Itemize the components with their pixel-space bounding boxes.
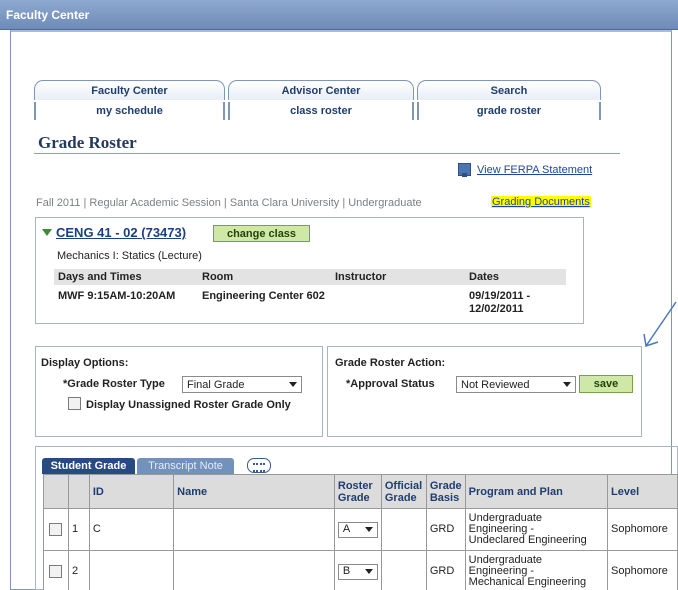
row-select-cell xyxy=(43,550,69,590)
tab-label: Advisor Center xyxy=(281,84,361,97)
dates-start: 09/19/2011 - xyxy=(469,290,531,302)
level: Sophomore xyxy=(607,550,678,590)
grade-basis: GRD xyxy=(425,508,466,551)
tab-grade-roster[interactable]: grade roster xyxy=(417,102,601,120)
row-number-header xyxy=(67,474,90,509)
official-grade xyxy=(380,550,427,590)
official-grade xyxy=(380,508,427,551)
row-number: 2 xyxy=(67,550,90,590)
title-divider xyxy=(34,153,620,154)
annotation-arrow-icon xyxy=(643,301,677,347)
name-header: Name xyxy=(173,474,335,509)
dates-end: 12/02/2011 xyxy=(469,303,524,315)
tab-label: Search xyxy=(490,84,528,97)
grade-roster-type-select[interactable]: Final Grade xyxy=(182,376,302,393)
roster-grade-value: B xyxy=(342,565,351,577)
unassigned-only-checkbox[interactable] xyxy=(68,397,81,410)
id-header: ID xyxy=(88,474,175,509)
tab-label: my schedule xyxy=(96,105,163,117)
header-days-times: Days and Times xyxy=(58,271,142,283)
sub-tabs: my schedule class roster grade roster xyxy=(34,102,604,120)
approval-status-label: *Approval Status xyxy=(346,378,435,390)
table-row: 2 B GRD Undergraduate Engineering - Mech… xyxy=(43,550,678,590)
approval-status-value: Not Reviewed xyxy=(461,378,530,391)
ferpa-link-group: View FERPA Statement xyxy=(458,163,592,177)
tab-label: Faculty Center xyxy=(91,84,168,97)
view-ferpa-link[interactable]: View FERPA Statement xyxy=(477,164,592,176)
roster-grade-cell: B xyxy=(333,550,382,590)
program-plan: Undergraduate Engineering - Mechanical E… xyxy=(464,550,609,590)
grade-roster-type-label: *Grade Roster Type xyxy=(63,378,165,390)
roster-grade-header: Roster Grade xyxy=(333,474,382,509)
program-plan: Undergraduate Engineering - Undeclared E… xyxy=(464,508,609,551)
unassigned-only-label: Display Unassigned Roster Grade Only xyxy=(86,399,291,411)
show-all-columns-icon[interactable] xyxy=(247,458,271,473)
row-checkbox[interactable] xyxy=(49,565,63,578)
grading-documents-link[interactable]: Grading Documents xyxy=(491,196,591,208)
tab-transcript-note[interactable]: Transcript Note xyxy=(137,458,234,474)
student-name xyxy=(173,550,335,590)
student-id xyxy=(88,550,175,590)
tab-class-roster[interactable]: class roster xyxy=(228,102,414,120)
room-value: Engineering Center 602 xyxy=(202,290,325,302)
roster-grade-select[interactable]: B xyxy=(337,563,378,580)
roster-action-label: Grade Roster Action: xyxy=(335,357,446,369)
grade-roster-type-value: Final Grade xyxy=(187,378,245,391)
course-title: Mechanics I: Statics (Lecture) xyxy=(57,250,202,262)
header-instructor: Instructor xyxy=(335,271,387,283)
printer-icon xyxy=(458,163,471,177)
header-room: Room xyxy=(202,271,234,283)
grade-basis: GRD xyxy=(425,550,466,590)
tab-student-grade[interactable]: Student Grade xyxy=(42,458,135,474)
row-select-cell xyxy=(43,508,69,551)
dropdown-arrow-icon xyxy=(364,569,373,574)
days-times-value: MWF 9:15AM-10:20AM xyxy=(58,290,176,302)
header-dates: Dates xyxy=(469,271,499,283)
roster-grade-cell: A xyxy=(333,508,382,551)
tab-my-schedule[interactable]: my schedule xyxy=(34,102,225,120)
row-checkbox[interactable] xyxy=(49,523,63,536)
class-link[interactable]: CENG 41 - 02 (73473) xyxy=(56,225,186,240)
term-info: Fall 2011 | Regular Academic Session | S… xyxy=(36,197,422,209)
level-header: Level xyxy=(607,474,678,509)
level: Sophomore xyxy=(607,508,678,551)
class-header: CENG 41 - 02 (73473) xyxy=(42,225,186,240)
row-number: 1 xyxy=(67,508,90,551)
tab-advisor-center[interactable]: Advisor Center xyxy=(228,80,414,100)
program-plan-header: Program and Plan xyxy=(464,474,609,509)
student-name xyxy=(173,508,335,551)
student-grade-table: ID Name Roster Grade Official Grade Grad… xyxy=(43,474,678,590)
grade-basis-header: Grade Basis xyxy=(425,474,466,509)
display-options-label: Display Options: xyxy=(41,357,129,369)
save-button[interactable]: save xyxy=(579,375,633,393)
tab-label: grade roster xyxy=(476,105,542,117)
collapse-triangle-icon[interactable] xyxy=(42,229,52,236)
approval-status-select[interactable]: Not Reviewed xyxy=(456,376,576,393)
window-title-bar: Faculty Center xyxy=(0,0,678,30)
page-title: Grade Roster xyxy=(38,133,137,152)
tab-faculty-center[interactable]: Faculty Center xyxy=(34,80,225,100)
main-tabs: Faculty Center Advisor Center Search xyxy=(34,80,604,100)
roster-grade-value: A xyxy=(342,523,351,535)
meeting-header: Days and Times Room Instructor Dates xyxy=(54,269,566,285)
select-column-header xyxy=(43,474,69,509)
dropdown-arrow-icon xyxy=(289,382,297,387)
roster-grade-select[interactable]: A xyxy=(337,521,378,538)
official-grade-header: Official Grade xyxy=(380,474,427,509)
student-id: C xyxy=(88,508,175,551)
dropdown-arrow-icon xyxy=(364,527,373,532)
tab-label: class roster xyxy=(290,105,352,117)
window-title: Faculty Center xyxy=(6,8,90,22)
table-row: 1 C A GRD Undergraduate Engineering - Un… xyxy=(43,508,678,551)
tab-search[interactable]: Search xyxy=(417,80,601,100)
blank-header-area xyxy=(21,46,161,68)
dropdown-arrow-icon xyxy=(563,382,571,387)
change-class-button[interactable]: change class xyxy=(213,225,310,242)
